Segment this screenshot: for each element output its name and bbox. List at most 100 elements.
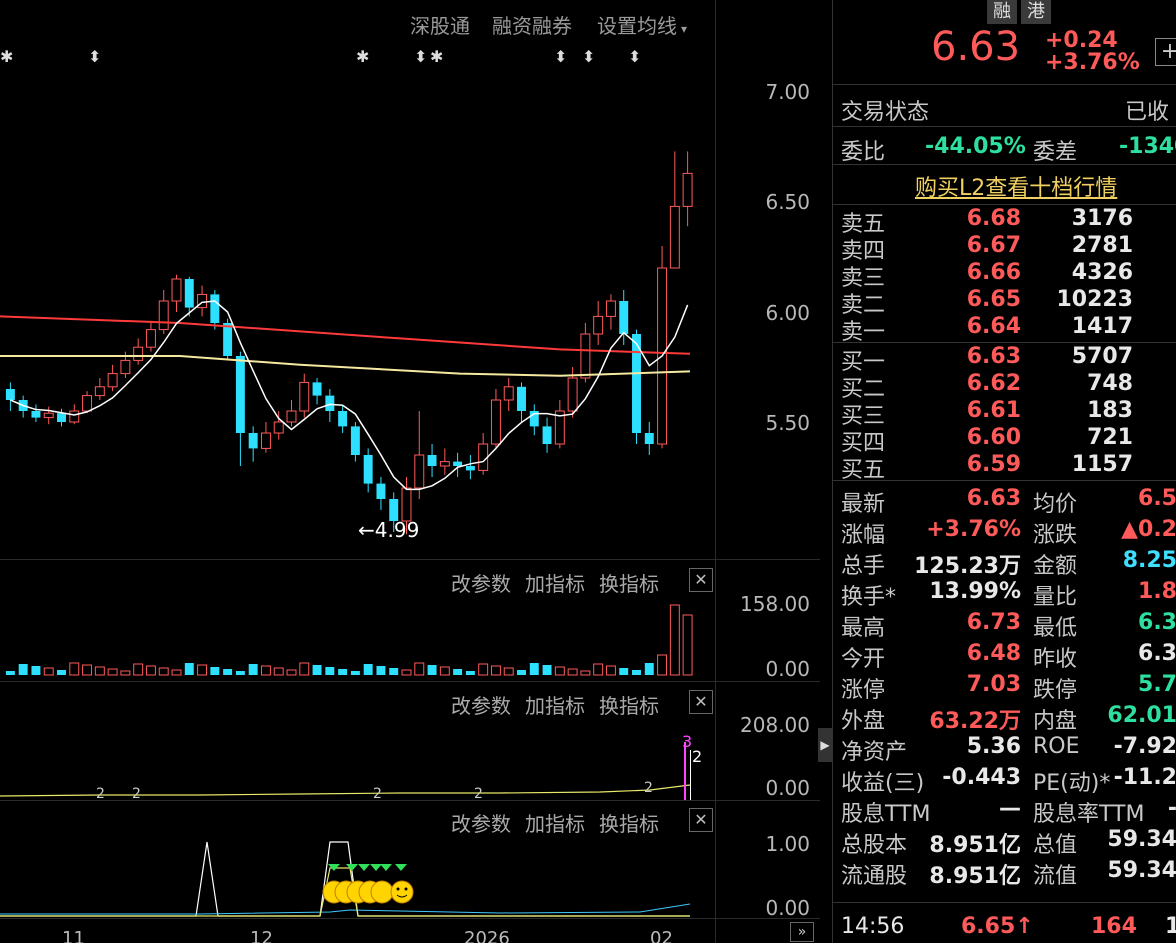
volume-bar: [517, 670, 526, 675]
ma-settings-label: 设置均线: [597, 14, 677, 38]
add-indicator-button[interactable]: 加指标: [525, 572, 585, 596]
volume-bar: [248, 664, 258, 675]
indicator2-axis-tick: 0.00: [765, 776, 810, 800]
volume-bar: [338, 669, 348, 675]
candle-body: [517, 386, 526, 411]
volume-bar: [490, 665, 501, 676]
candle-body: [325, 395, 335, 411]
close-icon[interactable]: ✕: [689, 808, 713, 832]
close-icon[interactable]: ✕: [689, 568, 713, 592]
volume-bar: [529, 663, 539, 675]
volume-bar: [682, 614, 693, 676]
close-icon[interactable]: ✕: [689, 690, 713, 714]
event-marker-icon: ⬍: [628, 47, 641, 66]
margin-tag: 融: [987, 0, 1017, 24]
panel-divider: [0, 918, 820, 919]
volume-bar: [657, 654, 668, 676]
candle-body: [338, 411, 348, 427]
stat-value: 6.3: [1138, 641, 1176, 666]
double-chevron-right-icon[interactable]: »: [790, 922, 814, 942]
add-watchlist-button[interactable]: +: [1155, 38, 1176, 66]
volume-bar: [542, 665, 552, 675]
bid-volume: 721: [1087, 425, 1133, 450]
divider: [833, 342, 1176, 343]
buy-l2-link[interactable]: 购买L2查看十档行情: [915, 170, 1117, 202]
ask-volume: 2781: [1071, 233, 1133, 258]
volume-bar: [453, 669, 463, 675]
bid-volume: 1157: [1071, 452, 1133, 477]
axis-divider: [715, 0, 716, 943]
volume-bar: [312, 665, 322, 675]
smiley-icons: [322, 880, 414, 904]
volume-bar: [94, 666, 105, 676]
event-marker-icon: ⬍: [582, 47, 595, 66]
candle-body: [69, 410, 80, 423]
ask-volume: 4326: [1071, 260, 1133, 285]
price-change-pct: +3.76%: [1045, 50, 1140, 75]
panel-divider: [0, 800, 820, 801]
volume-bar: [567, 668, 578, 676]
candle-body: [107, 373, 118, 388]
indicator3-axis-tick: 1.00: [765, 832, 810, 856]
quote-panel: 融 港 6.63 +0.24 +3.76% + 交易状态 已收 委比 -44.0…: [832, 0, 1176, 943]
svg-text:2: 2: [96, 786, 105, 800]
event-marker-icon: ⬍: [554, 47, 567, 66]
stat-value: 8.25: [1122, 548, 1176, 573]
candle-body: [133, 346, 144, 361]
event-marker-icon: ✱: [430, 47, 443, 66]
stat-value: 59.34: [1107, 858, 1176, 883]
volume-bar: [325, 667, 335, 675]
date-axis-label: 12: [250, 928, 273, 943]
low-price-marker: ←4.99: [358, 518, 419, 542]
stat-value: 5.7: [1138, 672, 1176, 697]
volume-bar: [619, 668, 629, 675]
volume-bar: [465, 671, 475, 675]
switch-indicator-button[interactable]: 换指标: [599, 572, 659, 596]
volume-chart: [5, 604, 693, 676]
volume-bar: [197, 664, 208, 676]
svg-text:2: 2: [644, 780, 653, 796]
candle-body: [94, 386, 105, 397]
margin-trading-link[interactable]: 融资融券: [492, 10, 572, 39]
bid-volume: 5707: [1071, 344, 1133, 369]
volume-bar: [223, 669, 233, 675]
candle-body: [5, 389, 15, 400]
candle-body: [82, 395, 93, 412]
volume-bar: [554, 666, 565, 676]
tick-price-value: 6.65: [961, 914, 1016, 939]
volume-bar: [184, 663, 194, 675]
date-axis-label: 11: [62, 928, 85, 943]
switch-indicator-button[interactable]: 换指标: [599, 694, 659, 718]
event-marker-icon: ✱: [0, 47, 13, 66]
volume-bar: [171, 669, 182, 676]
tick-time: 14:56: [841, 914, 905, 939]
candle-body: [120, 359, 131, 375]
candle-body: [235, 356, 245, 433]
edit-params-button[interactable]: 改参数: [451, 572, 511, 596]
add-indicator-button[interactable]: 加指标: [525, 694, 585, 718]
edit-params-button[interactable]: 改参数: [451, 694, 511, 718]
panel-toggle-arrow-icon[interactable]: ▶: [818, 728, 832, 762]
svg-text:2: 2: [373, 786, 382, 800]
volume-bar: [593, 663, 604, 676]
volume-bar: [260, 665, 271, 676]
volume-bar: [427, 665, 437, 675]
candlestick-chart: [0, 151, 693, 535]
switch-indicator-button[interactable]: 换指标: [599, 812, 659, 836]
ma-settings-button[interactable]: 设置均线 ▾: [597, 10, 687, 39]
ma-white-line: [10, 300, 689, 491]
candle-body: [286, 410, 297, 423]
add-indicator-button[interactable]: 加指标: [525, 812, 585, 836]
kline-chart-area[interactable]: 深股通 融资融券 设置均线 ▾ ✱ ⬍ ✱ ⬍ ✱ ⬍ ⬍ ⬍ 7.00 6.50…: [0, 0, 820, 943]
volume-bar: [632, 670, 641, 675]
volume-bar: [580, 670, 591, 676]
candle-body: [248, 433, 258, 449]
candle-body: [580, 333, 591, 379]
volume-bar: [57, 670, 66, 675]
edit-params-button[interactable]: 改参数: [451, 812, 511, 836]
shengutong-link[interactable]: 深股通: [410, 10, 470, 39]
stat-value: 62.01: [1107, 703, 1176, 728]
volume-bar: [414, 662, 425, 676]
volume-bar: [120, 670, 131, 676]
candle-body: [158, 300, 169, 331]
